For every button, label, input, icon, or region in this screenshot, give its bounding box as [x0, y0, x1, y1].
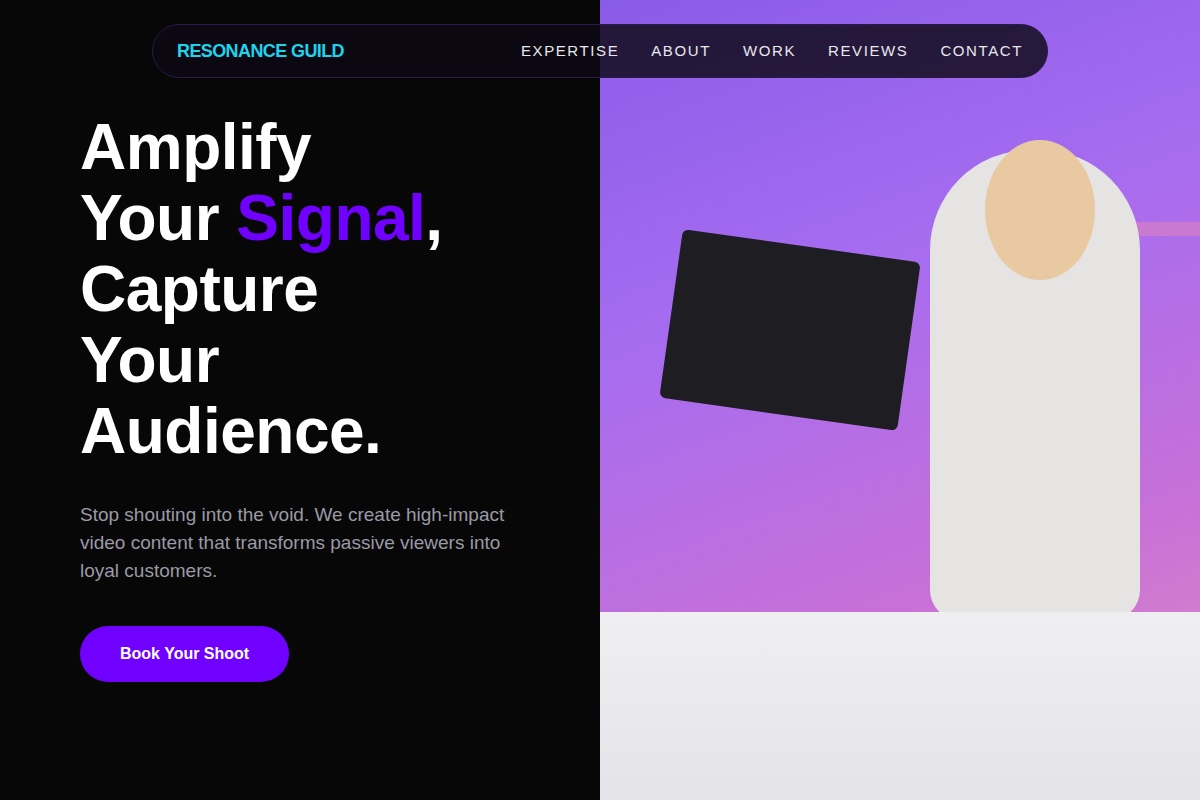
headline: AmplifyYour Signal,CaptureYourAudience. [80, 112, 600, 467]
nav-links: EXPERTISE ABOUT WORK REVIEWS CONTACT [521, 40, 1023, 63]
headline-word: Audience. [80, 395, 381, 467]
nav-link-item[interactable]: REVIEWS [828, 40, 908, 63]
headline-accent: Signal [236, 182, 425, 254]
headline-line: Capture [80, 254, 600, 325]
book-shoot-button[interactable]: Book Your Shoot [80, 626, 289, 682]
headline-line: Your Signal, [80, 183, 600, 254]
headline-word: Your [80, 324, 219, 396]
page: RESONANCE GUILD EXPERTISE ABOUT WORK REVIEWS… [0, 0, 1200, 800]
headline-word: Your [80, 182, 236, 254]
nav-link-item[interactable]: EXPERTISE [521, 40, 619, 63]
headline-word: Amplify [80, 111, 311, 183]
brand-logo[interactable]: RESONANCE GUILD [177, 38, 344, 65]
headline-line: Audience. [80, 396, 600, 467]
headline-word: , [425, 182, 442, 254]
headline-word: Capture [80, 253, 318, 325]
headline-line: Your [80, 325, 600, 396]
nav-link-item[interactable]: ABOUT [651, 40, 711, 63]
navbar: RESONANCE GUILD EXPERTISE ABOUT WORK REVIEWS… [152, 24, 1048, 78]
hero-photo [600, 0, 1200, 800]
headline-line: Amplify [80, 112, 600, 183]
subtitle: Stop shouting into the void. We create h… [80, 501, 525, 585]
nav-link-item[interactable]: CONTACT [940, 40, 1023, 63]
nav-link-item[interactable]: WORK [743, 40, 796, 63]
hero-text: AmplifyYour Signal,CaptureYourAudience.S… [0, 0, 600, 800]
